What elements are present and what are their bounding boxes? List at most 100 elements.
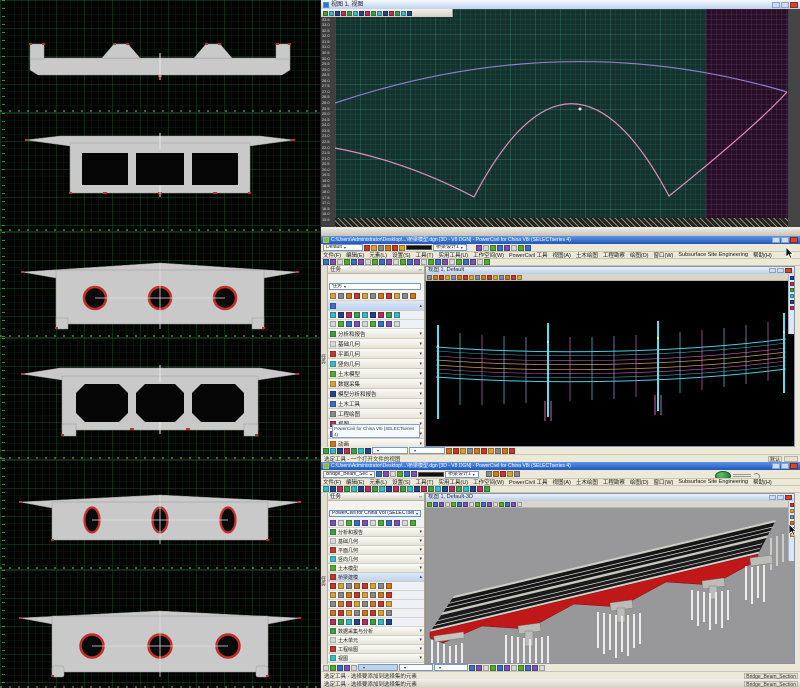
toolbar-icon[interactable] (414, 259, 420, 265)
toolbar-icon[interactable] (362, 312, 368, 318)
toolbar-icon[interactable] (539, 665, 545, 671)
maximize-button[interactable] (777, 495, 784, 500)
task-group-row[interactable]: 土木模型▾ (328, 564, 424, 573)
viewport-titlebar[interactable]: 视图 1, Default-3D (426, 494, 794, 501)
toolbar-icon[interactable] (364, 245, 370, 251)
toolbar-icon[interactable] (451, 502, 456, 507)
toolbar-icon[interactable] (790, 515, 794, 519)
toolbar-icon[interactable] (330, 259, 336, 265)
level-display-swatch[interactable] (406, 245, 432, 250)
toolbar-icon[interactable] (346, 592, 352, 598)
toolbar-icon[interactable] (511, 275, 516, 280)
toolbar-icon[interactable] (428, 259, 434, 265)
toolbar-icon[interactable] (407, 11, 412, 16)
toolbar-icon[interactable] (497, 245, 503, 251)
toolbar-icon[interactable] (404, 471, 410, 477)
toolbar-icon[interactable] (456, 486, 462, 492)
toolbar-icon[interactable] (354, 520, 360, 526)
toolbar-icon[interactable] (493, 502, 498, 507)
toolbar-icon[interactable] (383, 471, 389, 477)
toolbar-icon[interactable] (370, 293, 376, 299)
toolbar-icon[interactable] (477, 259, 483, 265)
toolbar-icon[interactable] (500, 471, 506, 477)
toolbar-icon[interactable] (338, 321, 344, 327)
toolbar-icon[interactable] (505, 502, 510, 507)
toolbar-icon[interactable] (379, 486, 385, 492)
toolbar-icon[interactable] (433, 275, 438, 280)
toolbar-icon[interactable] (330, 293, 336, 299)
toolbar-icon[interactable] (386, 259, 392, 265)
toolbar-icon[interactable] (377, 11, 382, 16)
menu-item[interactable]: 实用工具(U) (438, 252, 468, 259)
task-group-expanded[interactable]: 桥梁建模 ▴ (328, 573, 424, 582)
toolbar-icon[interactable] (790, 509, 794, 513)
toolbar-icon[interactable] (354, 610, 360, 616)
menu-item[interactable]: 编辑(E) (346, 252, 364, 259)
task-group-row[interactable]: 竖向几何▾ (328, 359, 424, 369)
menu-item[interactable]: PowerCivil 工具 (509, 479, 548, 486)
toolbar-icon[interactable] (330, 610, 336, 616)
toolbar-icon[interactable] (344, 448, 350, 454)
active-level-combo[interactable]: Bridge_Beam_Section 1 (323, 471, 375, 478)
toolbar-icon[interactable] (378, 520, 384, 526)
toolbar-icon[interactable] (463, 486, 469, 492)
xs-panel-round-void-slab[interactable] (0, 232, 320, 338)
toolbar-icon[interactable] (392, 245, 398, 251)
toolbar-icon[interactable] (365, 259, 371, 265)
toolbar-icon[interactable] (370, 610, 376, 616)
maximize-button[interactable] (781, 2, 789, 8)
toolbar-icon[interactable] (378, 245, 384, 251)
toolbar-icon[interactable] (481, 448, 487, 454)
toolbar-icon[interactable] (346, 293, 352, 299)
menu-item[interactable]: 视图(A) (553, 252, 571, 259)
menu-item[interactable]: 窗口(W) (654, 252, 674, 259)
toolbar-icon[interactable] (358, 259, 364, 265)
toolbar-icon[interactable] (351, 259, 357, 265)
toolbar-icon[interactable] (407, 259, 413, 265)
toolbar-icon[interactable] (378, 592, 384, 598)
task-group-row[interactable]: 基础几何▾ (328, 537, 424, 546)
toolbar-icon[interactable] (386, 619, 392, 625)
toolbar-icon[interactable] (469, 665, 475, 671)
cell-combo[interactable]: 桥梁设计1 (433, 244, 467, 251)
toolbar-icon[interactable] (439, 502, 444, 507)
toolbar-icon[interactable] (338, 601, 344, 607)
profile-plot-area[interactable] (335, 9, 789, 227)
toolbar-icon[interactable] (370, 619, 376, 625)
toolbar-icon[interactable] (442, 486, 448, 492)
accudraw-y-field[interactable] (434, 664, 468, 671)
toolbar-icon[interactable] (386, 293, 392, 299)
toolbar-icon[interactable] (370, 321, 376, 327)
toolbar-icon[interactable] (358, 448, 364, 454)
toolbar-icon[interactable] (330, 601, 336, 607)
toolbar-icon[interactable] (386, 610, 392, 616)
toolbar-icon[interactable] (346, 321, 352, 327)
toolbar-icon[interactable] (386, 583, 392, 589)
toolbar-icon[interactable] (362, 619, 368, 625)
toolbar-icon[interactable] (330, 448, 336, 454)
task-group-row[interactable]: 工程绘图▾ (328, 409, 424, 419)
toolbar-icon[interactable] (393, 259, 399, 265)
toolbar-icon[interactable] (353, 11, 358, 16)
menu-item[interactable]: 工作空间(W) (473, 252, 504, 259)
close-button[interactable] (790, 237, 798, 243)
toolbar-icon[interactable] (394, 321, 400, 327)
toolbar-icon[interactable] (435, 486, 441, 492)
toolbar-icon[interactable] (790, 288, 794, 292)
close-button[interactable] (785, 495, 792, 500)
toolbar-icon[interactable] (370, 312, 376, 318)
menu-item[interactable]: Subsurface Site Engineering (678, 252, 748, 258)
toolbar-icon[interactable] (378, 601, 384, 607)
menu-item[interactable]: 绘图(D) (630, 479, 649, 486)
menu-item[interactable]: 编辑(E) (346, 479, 364, 486)
toolbar-icon[interactable] (487, 502, 492, 507)
toolbar-icon[interactable] (490, 245, 496, 251)
maximize-button[interactable] (777, 268, 784, 273)
toolbar-icon[interactable] (323, 665, 329, 671)
toolbar-icon[interactable] (428, 486, 434, 492)
toolbar-icon[interactable] (330, 321, 336, 327)
toolbar-icon[interactable] (344, 259, 350, 265)
toolbar-icon[interactable] (390, 471, 396, 477)
tasks-vertical-tab[interactable]: 任务 (321, 493, 328, 664)
menu-item[interactable]: 设置(S) (392, 479, 410, 486)
